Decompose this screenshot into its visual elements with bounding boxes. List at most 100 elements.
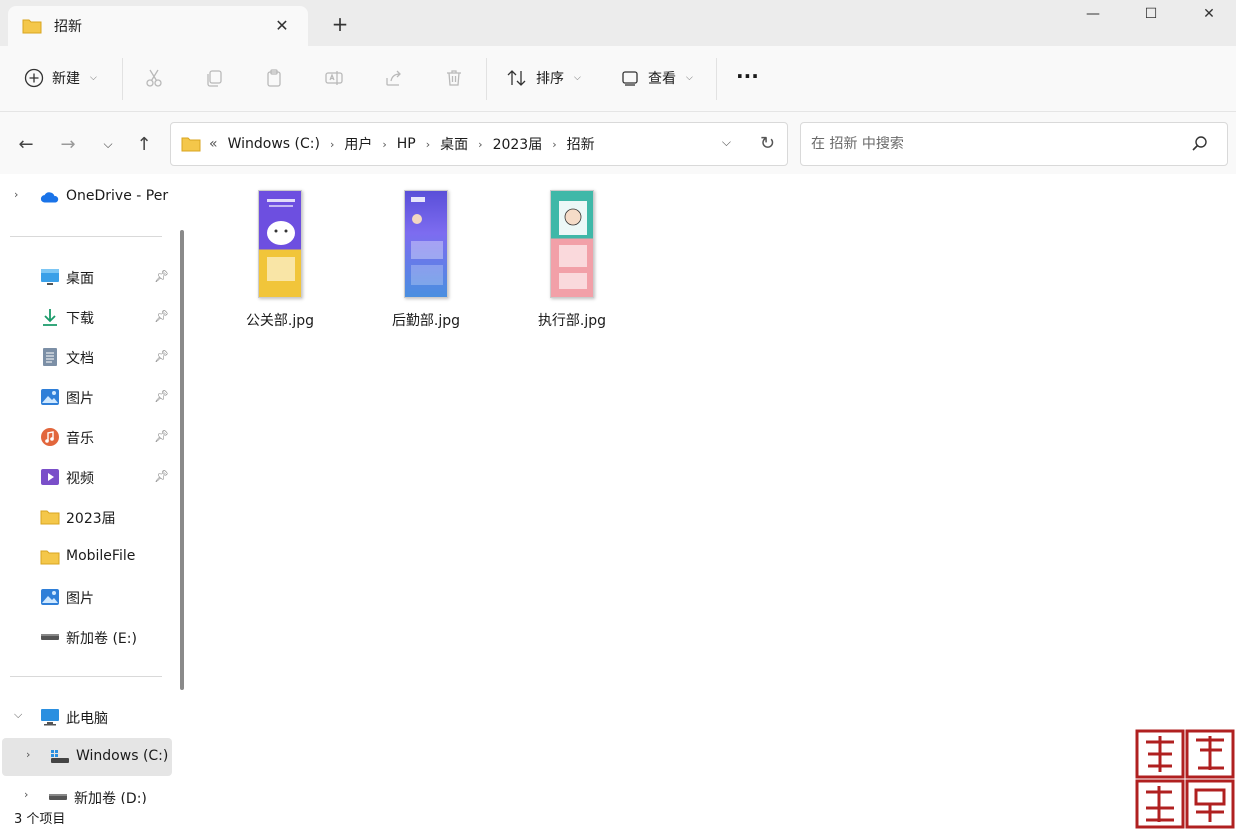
file-item[interactable]: 后勤部.jpg bbox=[366, 190, 486, 330]
delete-icon[interactable] bbox=[442, 66, 466, 90]
sidebar-item-label: OneDrive - Per bbox=[66, 188, 169, 204]
forward-icon[interactable]: → bbox=[56, 132, 80, 156]
share-icon[interactable] bbox=[382, 66, 406, 90]
paste-icon[interactable] bbox=[262, 66, 286, 90]
pictures-icon bbox=[40, 387, 60, 407]
tab-current[interactable]: 招新 ✕ bbox=[8, 6, 308, 46]
sidebar-item-label: 2023届 bbox=[66, 511, 116, 527]
sidebar-item-documents[interactable]: 文档 📌︎ bbox=[0, 338, 174, 376]
folder-icon bbox=[181, 137, 201, 152]
breadcrumb-drive[interactable]: Windows (C:) bbox=[228, 136, 320, 152]
sidebar-item-label: 文档 bbox=[66, 351, 94, 367]
search-box[interactable] bbox=[800, 122, 1228, 166]
pin-icon[interactable]: 📌︎ bbox=[154, 269, 169, 283]
sidebar-item-onedrive[interactable]: › OneDrive - Per bbox=[0, 178, 174, 216]
sidebar-scrollbar[interactable] bbox=[180, 230, 184, 690]
drive-icon bbox=[48, 787, 68, 804]
item-count: 3 个项目 bbox=[14, 812, 66, 827]
chevron-right-icon[interactable]: › bbox=[382, 138, 386, 151]
recent-locations-icon[interactable]: ⌵ bbox=[96, 132, 120, 156]
divider bbox=[10, 236, 162, 237]
more-options-button[interactable]: ··· bbox=[736, 60, 759, 92]
sidebar-item-pictures-2[interactable]: 图片 bbox=[0, 578, 174, 616]
breadcrumb-current[interactable]: 招新 bbox=[567, 134, 595, 154]
sidebar-item-music[interactable]: 音乐 📌︎ bbox=[0, 418, 174, 456]
sidebar-item-label: 图片 bbox=[66, 391, 94, 407]
breadcrumb-desktop[interactable]: 桌面 bbox=[440, 134, 468, 154]
minimize-button[interactable]: — bbox=[1070, 0, 1116, 28]
back-icon[interactable]: ← bbox=[14, 132, 38, 156]
chevron-down-icon: ⌵ bbox=[574, 73, 581, 83]
chevron-right-icon[interactable]: › bbox=[478, 138, 482, 151]
new-label: 新建 bbox=[52, 71, 80, 87]
pin-icon[interactable]: 📌︎ bbox=[154, 429, 169, 443]
sidebar-item-downloads[interactable]: 下载 📌︎ bbox=[0, 298, 174, 336]
drive-icon bbox=[40, 627, 60, 647]
file-name[interactable]: 公关部.jpg bbox=[246, 310, 314, 330]
sidebar-item-desktop[interactable]: 桌面 📌︎ bbox=[0, 258, 174, 296]
new-button[interactable]: 新建 ⌵ bbox=[24, 62, 97, 94]
chevron-right-icon[interactable]: › bbox=[426, 138, 430, 151]
sidebar-item-drive-d[interactable]: › 新加卷 (D:) bbox=[0, 778, 174, 804]
desktop-icon bbox=[40, 267, 60, 287]
file-list: 公关部.jpg 后勤部.jpg 执行部.jpg bbox=[192, 174, 1236, 804]
pin-icon[interactable]: 📌︎ bbox=[154, 309, 169, 323]
sidebar-item-drive-e[interactable]: 新加卷 (E:) bbox=[0, 618, 174, 656]
navigation-pane: › OneDrive - Per 桌面 📌︎ 下载 📌︎ 文档 📌︎ 图片 📌︎ bbox=[0, 174, 192, 804]
chevron-down-icon[interactable]: ⌵ bbox=[14, 708, 22, 722]
sidebar-item-label: 新加卷 (D:) bbox=[74, 791, 147, 804]
pin-icon[interactable]: 📌︎ bbox=[154, 469, 169, 483]
title-bar: 招新 ✕ + — ☐ ✕ bbox=[0, 0, 1236, 46]
sidebar-item-drive-c[interactable]: › Windows (C:) bbox=[2, 738, 172, 776]
sidebar-item-videos[interactable]: 视频 📌︎ bbox=[0, 458, 174, 496]
sidebar-item-mobilefile[interactable]: MobileFile bbox=[0, 538, 174, 576]
sidebar-item-label: 桌面 bbox=[66, 271, 94, 287]
view-button[interactable]: 查看 ⌵ bbox=[620, 62, 693, 94]
refresh-icon[interactable]: ↻ bbox=[760, 133, 775, 154]
sidebar-item-pictures[interactable]: 图片 📌︎ bbox=[0, 378, 174, 416]
separator bbox=[486, 58, 487, 100]
image-thumbnail bbox=[550, 190, 594, 298]
address-history-icon[interactable]: ⌵ bbox=[722, 135, 731, 150]
sidebar-item-2023[interactable]: 2023届 bbox=[0, 498, 174, 536]
address-bar[interactable]: « Windows (C:) › 用户 › HP › 桌面 › 2023届 › … bbox=[170, 122, 788, 166]
search-input[interactable] bbox=[811, 136, 1181, 152]
file-item[interactable]: 公关部.jpg bbox=[220, 190, 340, 330]
sidebar-item-label: 新加卷 (E:) bbox=[66, 631, 137, 647]
close-window-button[interactable]: ✕ bbox=[1186, 0, 1232, 28]
chevron-right-icon[interactable]: › bbox=[14, 188, 18, 201]
search-icon[interactable] bbox=[1191, 135, 1209, 153]
file-item[interactable]: 执行部.jpg bbox=[512, 190, 632, 330]
breadcrumb-hp[interactable]: HP bbox=[397, 136, 416, 152]
cloud-icon bbox=[40, 187, 60, 207]
maximize-button[interactable]: ☐ bbox=[1128, 0, 1174, 28]
add-icon bbox=[24, 68, 44, 88]
pin-icon[interactable]: 📌︎ bbox=[154, 389, 169, 403]
rename-icon[interactable] bbox=[322, 66, 346, 90]
separator bbox=[716, 58, 717, 100]
chevron-down-icon: ⌵ bbox=[686, 73, 693, 83]
download-icon bbox=[40, 307, 60, 327]
view-icon bbox=[622, 71, 638, 86]
chevron-right-icon[interactable]: › bbox=[552, 138, 556, 151]
breadcrumb-users[interactable]: 用户 bbox=[344, 134, 372, 154]
chevron-right-icon[interactable]: › bbox=[330, 138, 334, 151]
sidebar-item-this-pc[interactable]: ⌵ 此电脑 bbox=[0, 698, 174, 736]
breadcrumb-2023[interactable]: 2023届 bbox=[493, 134, 543, 154]
chevron-right-icon[interactable]: › bbox=[26, 748, 30, 761]
pin-icon[interactable]: 📌︎ bbox=[154, 349, 169, 363]
sort-button[interactable]: 排序 ⌵ bbox=[506, 62, 581, 94]
chevron-right-icon[interactable]: › bbox=[24, 788, 28, 801]
breadcrumb-overflow[interactable]: « bbox=[209, 136, 218, 152]
file-name[interactable]: 执行部.jpg bbox=[538, 310, 606, 330]
music-icon bbox=[40, 427, 60, 447]
video-icon bbox=[40, 467, 60, 487]
file-name[interactable]: 后勤部.jpg bbox=[392, 310, 460, 330]
navigation-bar: ← → ⌵ ↑ « Windows (C:) › 用户 › HP › 桌面 › … bbox=[0, 112, 1236, 174]
new-tab-button[interactable]: + bbox=[328, 12, 352, 36]
copy-icon[interactable] bbox=[202, 66, 226, 90]
cut-icon[interactable] bbox=[142, 66, 166, 90]
folder-icon bbox=[22, 19, 42, 34]
up-icon[interactable]: ↑ bbox=[132, 132, 156, 156]
close-tab-icon[interactable]: ✕ bbox=[272, 15, 292, 35]
